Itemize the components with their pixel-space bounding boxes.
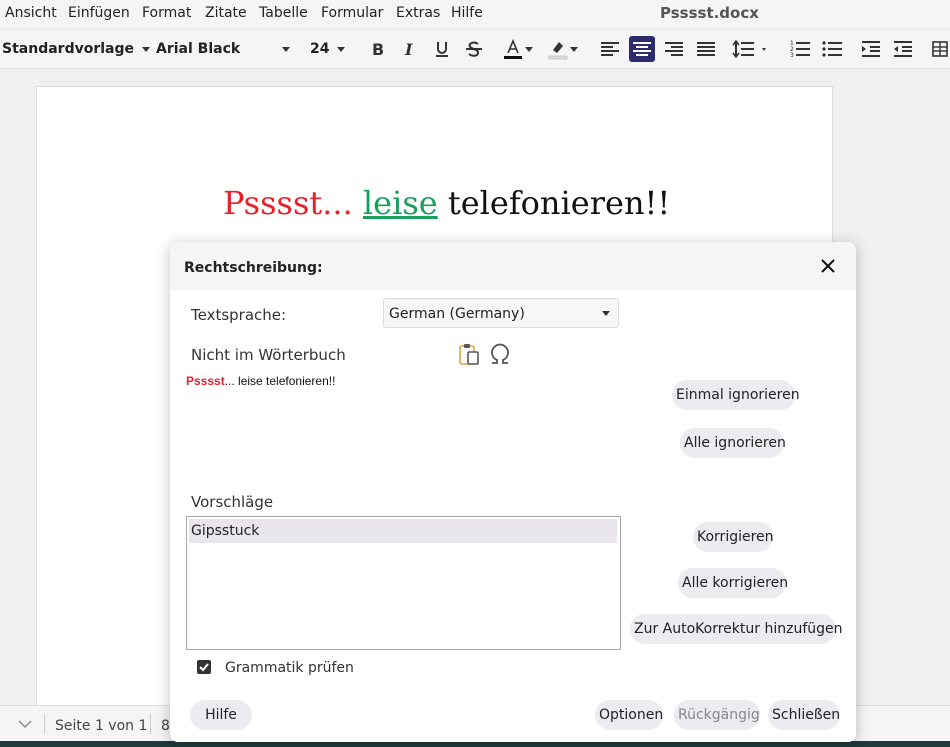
align-right-button[interactable] xyxy=(661,36,687,62)
ignore-all-button[interactable]: Alle ignorieren xyxy=(680,428,786,458)
heading-word-leise: leise xyxy=(362,184,438,222)
word-count: 8 xyxy=(161,718,170,734)
indent-increase-button[interactable] xyxy=(858,36,884,62)
line-spacing-button[interactable] xyxy=(731,36,771,62)
insert-table-button[interactable] xyxy=(928,36,950,62)
undo-button[interactable]: Rückgängig xyxy=(674,700,760,730)
grammar-checkbox[interactable] xyxy=(197,660,211,674)
paste-icon[interactable] xyxy=(457,342,481,370)
chevron-down-icon xyxy=(525,46,533,52)
menu-zitate[interactable]: Zitate xyxy=(205,5,247,21)
chevron-down-icon xyxy=(602,311,610,316)
highlight-dropdown[interactable] xyxy=(567,36,581,62)
suggestion-text: Gipsstuck xyxy=(191,523,260,539)
indent-decrease-icon xyxy=(894,41,912,57)
help-button[interactable]: Hilfe xyxy=(190,700,252,730)
spellcheck-dialog: Rechtschreibung: Textsprache: German (Ge… xyxy=(170,242,856,742)
suggestions-label: Vorschläge xyxy=(191,493,274,511)
document-title: Psssst.docx xyxy=(660,4,759,22)
font-color-icon xyxy=(504,38,522,59)
chevron-down-icon[interactable] xyxy=(18,719,32,729)
document-heading[interactable]: Psssst... leise telefonieren!! xyxy=(223,184,670,222)
bullet-list-button[interactable] xyxy=(819,36,845,62)
checkmark-icon xyxy=(199,663,209,672)
justify-button[interactable] xyxy=(693,36,719,62)
strikethrough-icon xyxy=(466,41,482,57)
list-item[interactable]: Gipsstuck xyxy=(189,519,617,543)
menu-formular[interactable]: Formular xyxy=(321,5,383,21)
sentence-rest: ... leise telefonieren!! xyxy=(224,374,336,388)
grammar-label: Grammatik prüfen xyxy=(225,660,354,676)
heading-word-telefonieren: telefonieren!! xyxy=(447,184,671,222)
ignore-once-button[interactable]: Einmal ignorieren xyxy=(672,380,800,410)
font-size-value: 24 xyxy=(310,41,330,57)
bold-button[interactable]: B xyxy=(365,36,391,62)
font-color-dropdown[interactable] xyxy=(522,36,536,62)
strikethrough-button[interactable] xyxy=(461,36,487,62)
add-to-autocorrect-button[interactable]: Zur AutoKorrektur hinzufügen xyxy=(630,614,843,644)
justify-icon xyxy=(697,42,715,56)
status-divider xyxy=(44,714,45,734)
bold-icon: B xyxy=(372,41,384,57)
special-character-icon[interactable] xyxy=(487,342,513,370)
underline-button[interactable] xyxy=(429,36,455,62)
chevron-down-icon xyxy=(282,47,290,52)
close-button[interactable] xyxy=(816,254,840,278)
close-icon xyxy=(821,259,835,273)
font-size-dropdown[interactable]: 24 xyxy=(310,41,346,57)
dialog-title: Rechtschreibung: xyxy=(184,260,323,276)
menu-ansicht[interactable]: Ansicht xyxy=(5,5,57,21)
chevron-down-icon xyxy=(570,46,578,52)
formatting-toolbar: Standardvorlage Arial Black 24 B I 123 xyxy=(0,30,950,69)
menu-hilfe[interactable]: Hilfe xyxy=(451,5,483,21)
page-count: Seite 1 von 1 xyxy=(55,718,148,734)
svg-text:3: 3 xyxy=(790,52,794,58)
svg-text:I: I xyxy=(404,41,413,57)
menu-einfuegen[interactable]: Einfügen xyxy=(68,5,130,21)
table-icon xyxy=(932,41,948,57)
language-value: German (Germany) xyxy=(389,306,525,322)
language-label: Textsprache: xyxy=(191,306,287,324)
numbered-list-icon: 123 xyxy=(790,40,810,58)
indent-increase-icon xyxy=(862,41,880,57)
error-word: Psssst xyxy=(186,374,225,388)
correct-button[interactable]: Korrigieren xyxy=(693,522,774,552)
menu-format[interactable]: Format xyxy=(142,5,191,21)
not-in-dictionary-text[interactable]: Psssst... leise telefonieren!! xyxy=(186,374,335,388)
options-button[interactable]: Optionen xyxy=(595,700,663,730)
svg-text:B: B xyxy=(372,41,384,57)
suggestions-list[interactable]: Gipsstuck xyxy=(186,516,621,650)
paragraph-style-value: Standardvorlage xyxy=(2,41,134,57)
italic-button[interactable]: I xyxy=(397,36,423,62)
align-center-button[interactable] xyxy=(629,36,655,62)
indent-decrease-button[interactable] xyxy=(890,36,916,62)
font-family-value: Arial Black xyxy=(156,41,241,57)
bullet-list-icon xyxy=(822,41,842,57)
menu-tabelle[interactable]: Tabelle xyxy=(259,5,308,21)
chevron-down-icon xyxy=(142,46,150,52)
dialog-header: Rechtschreibung: xyxy=(170,242,856,290)
highlighter-icon xyxy=(548,42,568,60)
misspelled-word: Psssst... xyxy=(223,184,353,222)
language-select[interactable]: German (Germany) xyxy=(383,298,619,328)
font-family-dropdown[interactable]: Arial Black xyxy=(156,41,292,57)
italic-icon: I xyxy=(404,41,413,57)
numbered-list-button[interactable]: 123 xyxy=(787,36,813,62)
paragraph-style-dropdown[interactable]: Standardvorlage xyxy=(2,41,150,57)
correct-all-button[interactable]: Alle korrigieren xyxy=(678,568,788,598)
line-spacing-icon xyxy=(732,40,766,58)
underline-icon xyxy=(436,42,448,57)
align-center-icon xyxy=(633,42,651,56)
not-in-dictionary-label: Nicht im Wörterbuch xyxy=(191,346,346,364)
chevron-down-icon xyxy=(337,46,346,52)
align-left-button[interactable] xyxy=(597,36,623,62)
status-divider xyxy=(150,714,151,734)
align-left-icon xyxy=(601,42,619,56)
menu-extras[interactable]: Extras xyxy=(396,5,440,21)
align-right-icon xyxy=(665,42,683,56)
dialog-close-button[interactable]: Schließen xyxy=(768,700,840,730)
menu-bar: Ansicht Einfügen Format Zitate Tabelle F… xyxy=(0,0,950,28)
